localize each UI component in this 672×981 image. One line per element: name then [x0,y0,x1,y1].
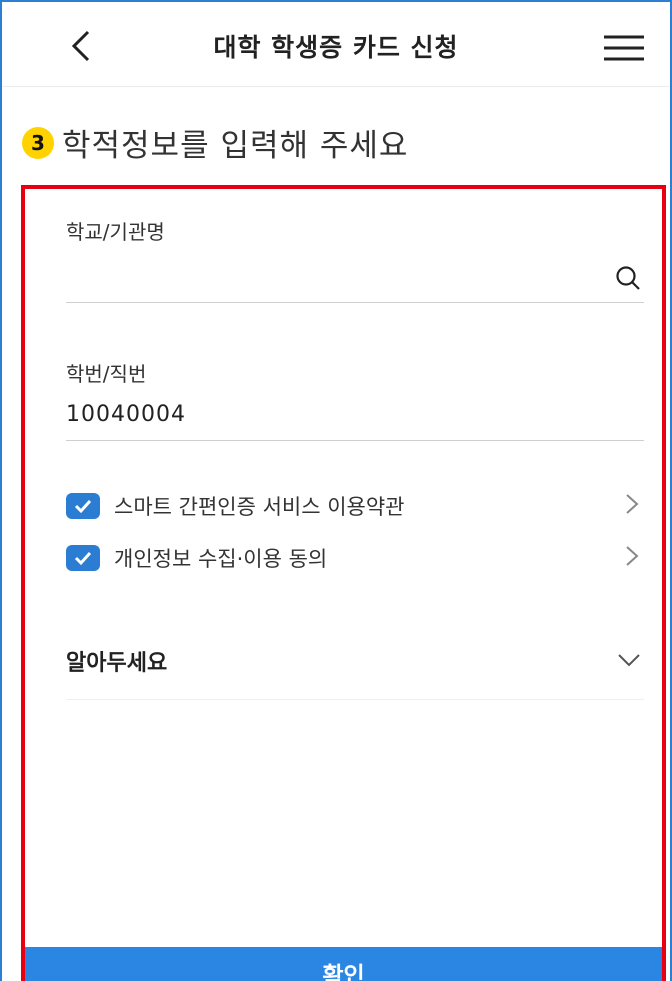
top-header: 대학 학생증 카드 신청 [2,2,670,87]
search-icon[interactable] [614,264,642,292]
step-instruction: 학적정보를 입력해 주세요 [62,128,409,164]
agreement-row-privacy[interactable]: 개인정보 수집·이용 동의 [66,543,327,573]
notice-divider [66,699,644,700]
agreement-row-terms[interactable]: 스마트 간편인증 서비스 이용약관 [66,491,405,521]
checkmark-icon [74,551,92,566]
highlight-box [21,185,666,981]
school-field-label: 학교/기관명 [66,220,165,244]
school-field-underline [66,302,644,303]
terms-checkbox[interactable] [66,493,100,519]
step-number-badge: 3 [22,126,54,159]
privacy-checkbox[interactable] [66,545,100,571]
notice-section-title[interactable]: 알아두세요 [66,645,167,677]
hamburger-menu-icon[interactable] [602,32,646,64]
id-field-label: 학번/직번 [66,362,147,386]
terms-label: 스마트 간편인증 서비스 이용약관 [114,495,405,519]
confirm-button[interactable]: 확인 [25,947,662,981]
step-heading: 3 학적정보를 입력해 주세요 [22,120,408,165]
chevron-down-icon[interactable] [616,652,642,668]
chevron-right-icon[interactable] [624,492,640,516]
id-input[interactable]: 10040004 [66,402,186,427]
app-screen: 대학 학생증 카드 신청 3 학적정보를 입력해 주세요 학교/기관명 학번/직… [0,0,672,981]
privacy-label: 개인정보 수집·이용 동의 [114,547,328,571]
page-title: 대학 학생증 카드 신청 [213,33,459,62]
checkmark-icon [74,499,92,514]
id-field-underline [66,440,644,441]
chevron-right-icon[interactable] [624,544,640,568]
